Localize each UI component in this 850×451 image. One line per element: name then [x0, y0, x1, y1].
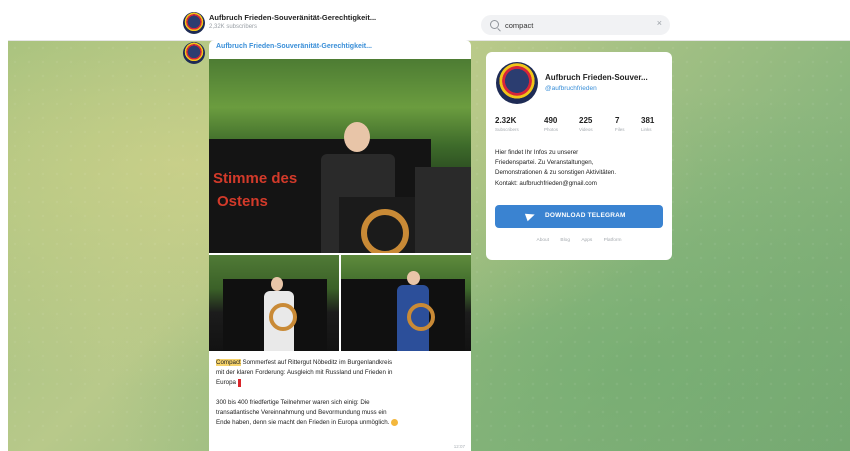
- exclamation-emoji-icon: [237, 378, 241, 387]
- subscriber-count: 2,32K subscribers: [209, 24, 258, 30]
- channel-name: Aufbruch Frieden-Souver...: [545, 73, 648, 82]
- banner-text: Ostens: [217, 193, 268, 210]
- wreath: [269, 303, 297, 331]
- channel-info-card: Aufbruch Frieden-Souver... @aufbruchfrie…: [486, 52, 672, 260]
- download-button-label: DOWNLOAD TELEGRAM: [545, 212, 626, 219]
- channel-avatar: [183, 12, 205, 34]
- stat-photos[interactable]: 490 Photos: [544, 116, 558, 132]
- search-box[interactable]: ×: [481, 15, 670, 35]
- description-line: Demonstrationen & zu sonstigen Aktivität…: [495, 169, 617, 177]
- post-timestamp: 12:07: [453, 444, 465, 449]
- search-icon: [490, 20, 499, 29]
- speaker-head: [271, 277, 283, 291]
- link-blog[interactable]: Blog: [560, 238, 570, 243]
- link-apps[interactable]: Apps: [581, 238, 592, 243]
- description-line: Friedenspartei. Zu Veranstaltungen,: [495, 159, 594, 167]
- emoji-icon: [391, 418, 399, 426]
- page: Aufbruch Frieden-Souveränität-Gerechtigk…: [0, 0, 850, 451]
- post-message: Aufbruch Frieden-Souveränität-Gerechtigk…: [209, 40, 471, 451]
- close-icon[interactable]: ×: [657, 18, 662, 28]
- post-text-line: Ende haben, denn sie macht den Frieden i…: [216, 419, 390, 427]
- stat-files[interactable]: 7 Files: [615, 116, 625, 132]
- link-platform[interactable]: Platform: [604, 238, 622, 243]
- channel-stats: 2.32K Subscribers 490 Photos 225 Videos …: [494, 116, 666, 138]
- post-photo-right[interactable]: [341, 255, 471, 351]
- footer-links: About Blog Apps Platform: [486, 238, 672, 243]
- description-line: Kontakt: aufbruchfrieden@gmail.com: [495, 179, 597, 187]
- post-text-line: Sommerfest auf Rittergut Nöbeditz im Bur…: [240, 359, 393, 366]
- search-highlight: Compact: [216, 359, 241, 366]
- post-photo-left[interactable]: [209, 255, 339, 351]
- download-telegram-button[interactable]: DOWNLOAD TELEGRAM: [495, 205, 663, 228]
- backdrop-panel: [415, 167, 471, 253]
- banner-text: Stimme des: [213, 170, 298, 187]
- search-input[interactable]: [505, 17, 645, 33]
- channel-description: Hier findet Ihr Infos zu unserer Frieden…: [495, 148, 665, 189]
- channel-handle[interactable]: @aufbruchfrieden: [545, 85, 597, 92]
- wreath: [361, 209, 409, 253]
- channel-title: Aufbruch Frieden-Souveränität-Gerechtigk…: [209, 13, 377, 22]
- post-text: Compact Sommerfest auf Rittergut Nöbedit…: [216, 358, 466, 437]
- wreath: [407, 303, 435, 331]
- telegram-plane-icon: [524, 210, 537, 222]
- post-text-line: transatlantische Vereinnahmung und Bevor…: [216, 408, 387, 416]
- channel-avatar-large: [496, 62, 538, 104]
- post-text-line: mit der klaren Forderung: Ausgleich mit …: [216, 369, 393, 377]
- link-about[interactable]: About: [537, 238, 550, 243]
- stat-subscribers: 2.32K Subscribers: [495, 116, 519, 132]
- speaker-head: [407, 271, 420, 285]
- channel-header[interactable]: Aufbruch Frieden-Souveränität-Gerechtigk…: [183, 12, 383, 38]
- post-text-line: Europa: [216, 379, 236, 387]
- top-bar: [8, 8, 850, 41]
- description-line: Hier findet Ihr Infos zu unserer: [495, 149, 579, 156]
- post-author-name[interactable]: Aufbruch Frieden-Souveränität-Gerechtigk…: [216, 43, 372, 50]
- speaker-head: [344, 122, 370, 152]
- post-author-avatar[interactable]: [183, 42, 205, 64]
- stat-links[interactable]: 381 Links: [641, 116, 654, 132]
- stat-videos[interactable]: 225 Videos: [579, 116, 593, 132]
- post-photo-main[interactable]: Stimme des Ostens: [209, 59, 471, 253]
- post-text-line: 300 bis 400 friedfertige Teilnehmer ware…: [216, 398, 370, 406]
